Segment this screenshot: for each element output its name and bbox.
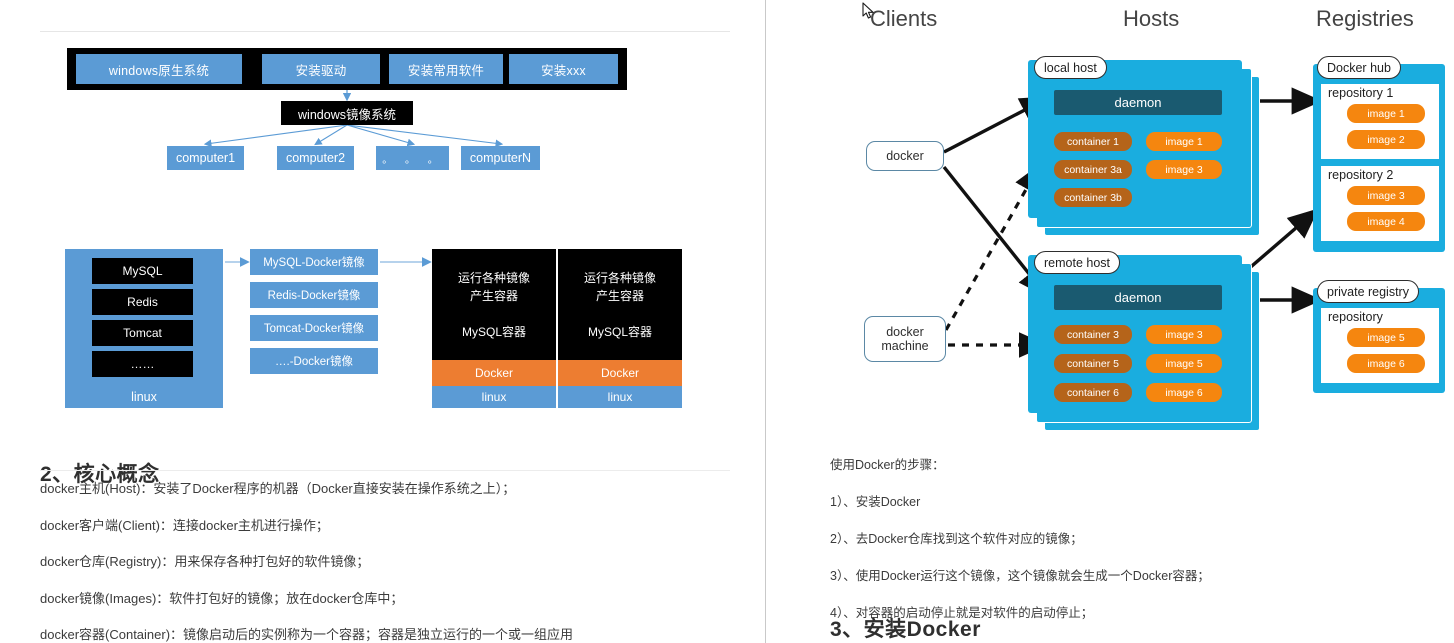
docker-host-1-container-label: MySQL容器 [461,324,526,339]
mouse-cursor-icon [862,2,874,19]
host-remote-tag: remote host [1034,251,1121,274]
host-remote-image-3: image 3 [1146,325,1222,344]
host-remote-image-5: image 5 [1146,354,1222,373]
docker-host-2-run-text: 运行各种镜像 产生容器 [584,269,656,305]
column-header-hosts: Hosts [1123,6,1180,31]
host-local-tag: local host [1034,56,1107,79]
bar-item-install-driver: 安装驱动 [262,54,380,84]
computer-box-2: computer2 [277,146,354,170]
client-docker-label: docker [886,148,924,163]
host-local-container-3a: container 3a [1054,160,1132,179]
host-remote-image-6: image 6 [1146,383,1222,402]
host-local-stack: local host daemon container 1 container … [1028,56,1268,240]
repository-private-title: repository [1328,310,1383,324]
docker-image-redis: Redis-Docker镜像 [250,282,378,308]
column-header-registries: Registries [1316,6,1414,31]
repository-private: repository image 5 image 6 [1319,306,1441,385]
docker-host-1: 运行各种镜像 产生容器 MySQL容器 Docker linux [432,249,556,408]
docker-host-2: 运行各种镜像 产生容器 MySQL容器 Docker linux [558,249,682,408]
repository-1: repository 1 image 1 image 2 [1319,82,1441,161]
core-concepts-list: docker主机(Host)：安装了Docker程序的机器（Docker直接安装… [40,481,740,643]
docker-image-tomcat: Tomcat-Docker镜像 [250,315,378,341]
client-docker-machine-label: docker machine [881,325,928,354]
run-text-line2: 产生容器 [595,288,644,303]
section-divider-rule [40,470,730,471]
repository-private-image-5: image 5 [1347,328,1425,347]
software-tomcat: Tomcat [92,320,193,346]
computer-box-ellipsis: 。 。 。 [376,146,449,170]
windows-image-system-box: windows镜像系统 [281,101,413,125]
host-local-container-3b: container 3b [1054,188,1132,207]
windows-diagram-connectors [203,90,504,148]
registry-private-tag: private registry [1317,280,1419,303]
repository-2: repository 2 image 3 image 4 [1319,164,1441,243]
docker-host-1-os-layer: linux [432,386,556,408]
registry-docker-hub: Docker hub repository 1 image 1 image 2 … [1313,56,1445,252]
step-1: 1）、安装Docker [830,495,921,509]
host-local-container-1: container 1 [1054,132,1132,151]
repository-private-image-6: image 6 [1347,354,1425,373]
column-header-clients: Clients [870,6,938,31]
host-local-image-3: image 3 [1146,160,1222,179]
docker-host-1-run-text: 运行各种镜像 产生容器 [458,269,530,305]
host-local-image-1: image 1 [1146,132,1222,151]
linux-host-box: MySQL Redis Tomcat …… linux [65,249,223,408]
document-page: windows原生系统 安装驱动 安装常用软件 安装xxx windows镜像系… [0,0,1454,643]
repository-2-title: repository 2 [1328,168,1394,182]
run-text-line1: 运行各种镜像 [457,270,530,285]
host-remote-container-6: container 6 [1054,383,1132,402]
docker-host-2-os-layer: linux [558,386,682,408]
docker-host-2-docker-layer: Docker [558,360,682,386]
computer-box-n: computerN [461,146,540,170]
bar-item-windows-native: windows原生系统 [76,54,242,84]
host-remote-daemon: daemon [1054,285,1222,310]
windows-native-bar: windows原生系统 安装驱动 安装常用软件 安装xxx [67,48,627,90]
repository-2-image-4: image 4 [1347,212,1425,231]
concept-client: docker客户端(Client)：连接docker主机进行操作； [40,517,329,533]
host-remote-stack: remote host daemon container 3 container… [1028,251,1268,445]
host-local-daemon: daemon [1054,90,1222,115]
docker-architecture-diagram: Clients Hosts Registries docker docker m… [766,0,1454,455]
steps-intro: 使用Docker的步骤： [830,458,945,472]
left-column: windows原生系统 安装驱动 安装常用软件 安装xxx windows镜像系… [0,0,765,643]
concept-host: docker主机(Host)：安装了Docker程序的机器（Docker直接安装… [40,481,516,496]
page-title-install-docker: 3、安装Docker [830,618,981,641]
bar-item-install-common-software: 安装常用软件 [389,54,503,84]
repository-1-image-1: image 1 [1347,104,1425,123]
repository-2-image-3: image 3 [1347,186,1425,205]
run-text-line1: 运行各种镜像 [583,270,656,285]
step-3: 3）、使用Docker运行这个镜像，这个镜像就会生成一个Docker容器； [830,569,1210,583]
host-remote-container-5: container 5 [1054,354,1132,373]
software-redis: Redis [92,289,193,315]
docker-host-1-docker-layer: Docker [432,360,556,386]
software-mysql: MySQL [92,258,193,284]
computer-box-1: computer1 [167,146,244,170]
right-column: Clients Hosts Registries docker docker m… [766,0,1454,643]
linux-label: linux [131,390,157,404]
concept-images: docker镜像(Images)：软件打包好的镜像；放在docker仓库中； [40,590,404,606]
registry-docker-hub-tag: Docker hub [1317,56,1401,79]
client-docker-machine: docker machine [864,316,946,362]
concept-container: docker容器(Container)：镜像启动后的实例称为一个容器；容器是独立… [40,627,574,643]
bar-item-install-xxx: 安装xxx [509,54,618,84]
client-docker: docker [866,141,944,171]
docker-image-diagram: MySQL Redis Tomcat …… linux MySQL-Docker… [0,230,765,420]
registry-private: private registry repository image 5 imag… [1313,280,1445,393]
repository-1-image-2: image 2 [1347,130,1425,149]
docker-host-2-body: 运行各种镜像 产生容器 MySQL容器 [558,249,682,360]
step-2: 2）、去Docker仓库找到这个软件对应的镜像； [830,532,1083,546]
docker-image-other: ….-Docker镜像 [250,348,378,374]
windows-image-diagram: windows原生系统 安装驱动 安装常用软件 安装xxx windows镜像系… [0,0,765,200]
host-remote-container-3: container 3 [1054,325,1132,344]
concept-registry: docker仓库(Registry)：用来保存各种打包好的软件镜像； [40,554,370,570]
docker-image-mysql: MySQL-Docker镜像 [250,249,378,275]
label-line2: machine [881,339,929,353]
docker-host-1-body: 运行各种镜像 产生容器 MySQL容器 [432,249,556,360]
repository-1-title: repository 1 [1328,86,1394,100]
label-line1: docker [886,324,924,339]
run-text-line2: 产生容器 [469,288,518,303]
docker-host-2-container-label: MySQL容器 [587,324,652,339]
software-ellipsis: …… [92,351,193,377]
